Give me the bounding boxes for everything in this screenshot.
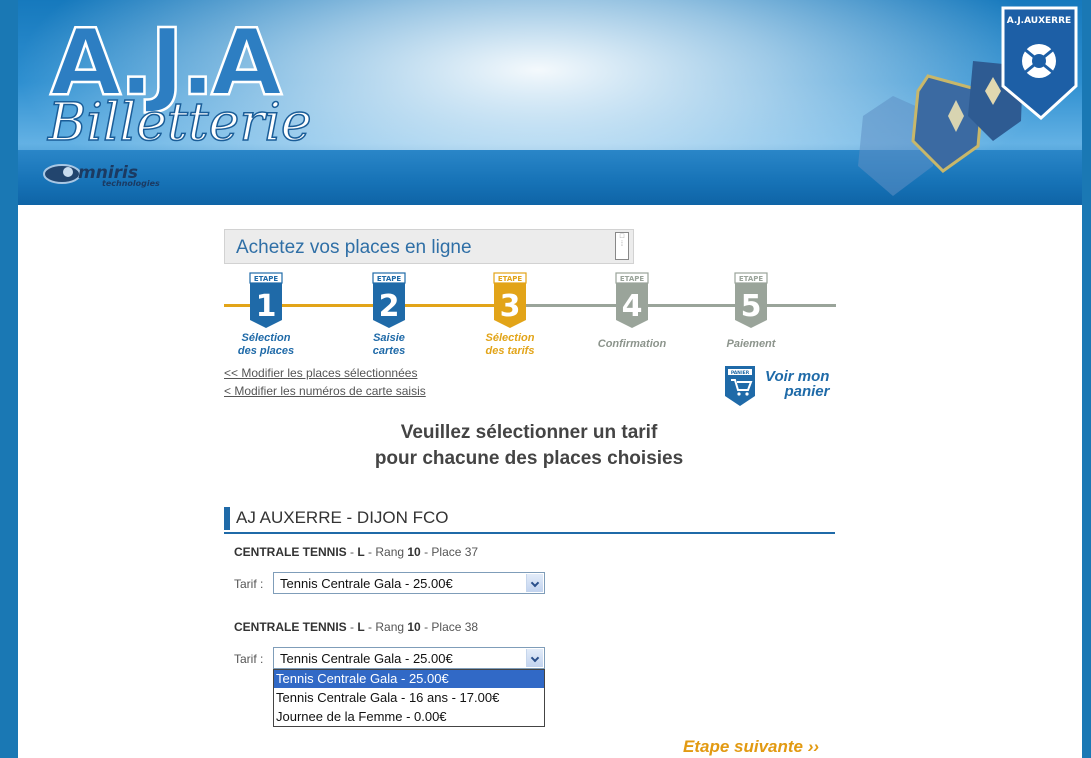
left-border xyxy=(0,0,18,758)
step-number: 4 xyxy=(622,289,643,324)
step-number: 2 xyxy=(379,289,400,324)
tarif-selected-value: Tennis Centrale Gala - 25.00€ xyxy=(280,576,453,591)
instruction-line1: Veuillez sélectionner un tarif xyxy=(400,422,658,443)
tarif-label: Tarif : xyxy=(234,652,264,666)
cart-icon[interactable]: PANIER xyxy=(723,364,761,406)
next-step-button[interactable]: Etape suivante ›› xyxy=(683,737,819,757)
chevron-down-icon[interactable] xyxy=(526,574,543,592)
sponsor-sub: technologies xyxy=(102,179,160,188)
view-cart-link[interactable]: Voir mon panier xyxy=(765,369,829,399)
step-5-badge: ETAPE 5 xyxy=(734,272,768,328)
tarif-select-place-37[interactable]: Tennis Centrale Gala - 25.00€ xyxy=(273,572,545,594)
modify-cards-link[interactable]: < Modifier les numéros de carte saisis xyxy=(224,384,426,398)
right-border xyxy=(1082,0,1091,758)
aja-crest: A.J.AUXERRE xyxy=(858,6,1078,196)
step-1-badge: ETAPE 1 xyxy=(249,272,283,328)
cart-tag: PANIER xyxy=(731,370,750,376)
step-3-label: Sélection des tarifs xyxy=(485,332,535,357)
crest-text: A.J.AUXERRE xyxy=(1007,16,1071,26)
omniris-logo: mniris technologies xyxy=(40,156,220,197)
dropdown-option[interactable]: Tennis Centrale Gala - 16 ans - 17.00€ xyxy=(274,689,544,707)
modify-places-link[interactable]: << Modifier les places sélectionnées xyxy=(224,366,417,380)
chevron-down-icon[interactable] xyxy=(526,649,543,667)
step-3-badge: ETAPE 3 xyxy=(493,272,527,328)
step-number: 1 xyxy=(256,289,277,324)
site-header: A.J.A Billetterie mniris technologies A.… xyxy=(18,0,1082,205)
step-number: 3 xyxy=(500,289,521,324)
step-tag: ETAPE xyxy=(254,275,279,283)
page-title: Achetez vos places en ligne xyxy=(236,237,472,258)
page-title-box: Achetez vos places en ligne □ ⁞ xyxy=(224,229,634,264)
step-2-label: Saisie cartes xyxy=(372,332,406,357)
step-4-label: Confirmation xyxy=(597,338,667,350)
step-number: 5 xyxy=(741,289,762,324)
match-title: AJ AUXERRE - DIJON FCO xyxy=(236,508,449,527)
logo-word: Billetterie xyxy=(47,93,312,152)
tarif-selected-value: Tennis Centrale Gala - 25.00€ xyxy=(280,651,453,666)
tarif-label: Tarif : xyxy=(234,577,264,591)
place-description: CENTRALE TENNIS - L - Rang 10 - Place 38 xyxy=(234,620,479,634)
tarif-select-place-38[interactable]: Tennis Centrale Gala - 25.00€ xyxy=(273,647,545,669)
step-tag: ETAPE xyxy=(739,275,764,283)
tarif-dropdown-list: Tennis Centrale Gala - 25.00€ Tennis Cen… xyxy=(273,669,545,727)
broken-image-icon: □ ⁞ xyxy=(615,232,629,260)
step-1-label: Sélection des places xyxy=(237,332,295,357)
step-4-badge: ETAPE 4 xyxy=(615,272,649,328)
step-tag: ETAPE xyxy=(620,275,645,283)
dropdown-option[interactable]: Tennis Centrale Gala - 25.00€ xyxy=(274,670,544,688)
step-2-badge: ETAPE 2 xyxy=(372,272,406,328)
dropdown-option[interactable]: Journee de la Femme - 0.00€ xyxy=(274,708,544,726)
step-5-label: Paiement xyxy=(726,338,776,350)
cart-line1: Voir mon xyxy=(765,368,830,385)
aja-billetterie-logo: A.J.A Billetterie xyxy=(46,8,312,152)
place-description: CENTRALE TENNIS - L - Rang 10 - Place 37 xyxy=(234,545,479,559)
step-tag: ETAPE xyxy=(377,275,402,283)
match-section-header: AJ AUXERRE - DIJON FCO xyxy=(224,504,835,534)
cart-line2: panier xyxy=(784,383,830,400)
instruction-line2: pour chacune des places choisies xyxy=(374,448,684,469)
step-tag: ETAPE xyxy=(498,275,523,283)
